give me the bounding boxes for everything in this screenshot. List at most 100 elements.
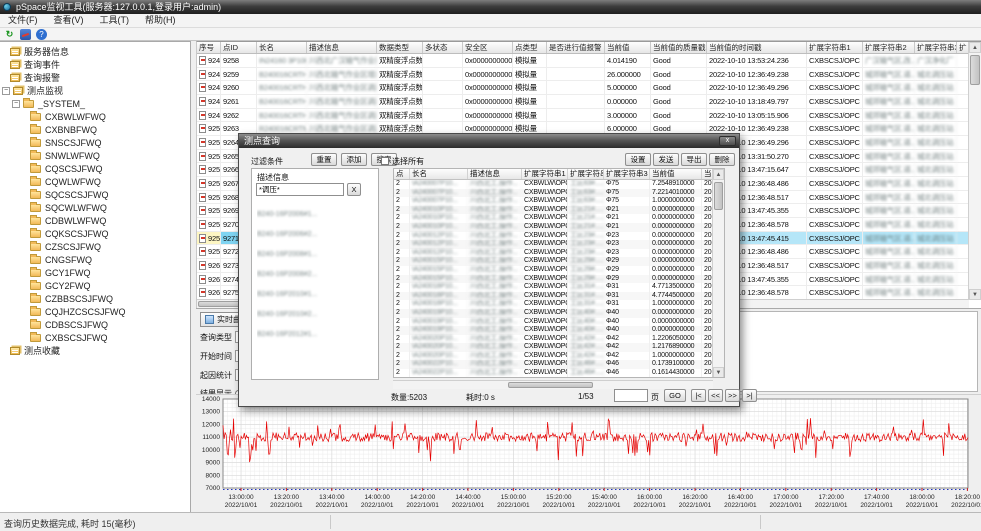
sidebar-item-gcy2fwq[interactable]: GCY2FWQ — [0, 279, 190, 292]
send-button[interactable]: 发送 — [653, 153, 679, 166]
filter-list-item[interactable]: B240-16P2008#1... — [257, 245, 375, 265]
filter-list-item[interactable]: B240-16P2010#1... — [257, 285, 375, 305]
dialog-title-bar[interactable]: 测点查询 — [239, 134, 739, 148]
column-header[interactable]: 数据类型 — [377, 42, 423, 53]
sidebar-item-cqwlwfwq[interactable]: CQWLWFWQ — [0, 175, 190, 188]
menu-file[interactable]: 文件(F) — [0, 14, 46, 27]
collapse-icon[interactable]: − — [12, 100, 20, 108]
sidebar-item-sqcwlwfwq[interactable]: SQCWLWFWQ — [0, 201, 190, 214]
dialog-table-row[interactable]: 2\A240007P10...川西北工,操作...CXBWLW\OPC工区63#… — [394, 197, 714, 206]
table-row[interactable]: 92469259B240016CRTHO...川西北输气作业区增压达压..双精度… — [197, 68, 969, 82]
filter-list-item[interactable]: B240-16P2012#1... — [257, 325, 375, 345]
sidebar-item-snscsjfwq[interactable]: SNSCSJFWQ — [0, 136, 190, 149]
dialog-table-row[interactable]: 2\A240018P10...川西北工,操作...CXBWLW\OPC工区31#… — [394, 283, 714, 292]
close-icon[interactable]: x — [719, 136, 736, 146]
sidebar-item-gcy1fwq[interactable]: GCY1FWQ — [0, 266, 190, 279]
filter-list-item[interactable]: B240-16P2010#2... — [257, 305, 375, 325]
table-row[interactable]: 92479260B240016CRTHO...川西北输气作业区调压站压..双精度… — [197, 81, 969, 95]
dialog-horizontal-scrollbar[interactable] — [393, 380, 713, 389]
reset-button[interactable]: 重置 — [311, 153, 337, 166]
dialog-table-row[interactable]: 2\A240019P10...川西北工,操作...CXBWLW\OPC工区40#… — [394, 326, 714, 335]
dialog-table-row[interactable]: 2\A240012P10...川西北工,操作...CXBWLW\OPC工区23#… — [394, 232, 714, 241]
dialog-table-row[interactable]: 2\A240020P10...川西北工,操作...CXBWLW\OPC工区42#… — [394, 352, 714, 361]
column-header[interactable]: 当前值的时间戳 — [707, 42, 807, 53]
dialog-table-row[interactable]: 2\A240010P10...川西北工,操作...CXBWLW\OPC工区21#… — [394, 223, 714, 232]
select-all-checkbox[interactable] — [381, 157, 389, 165]
filter-list-item[interactable]: B240-16P2006#1... — [257, 205, 375, 225]
dialog-table-row[interactable]: 2\A240018P10...川西北工,操作...CXBWLW\OPC工区31#… — [394, 300, 714, 309]
column-header[interactable]: 扩展字符串2 — [568, 169, 604, 179]
sidebar-item-查询报警[interactable]: 查询报警 — [0, 71, 190, 84]
filter-history-list[interactable]: B240-16P2006#1...B240-16P2006#2...B240-1… — [257, 205, 375, 376]
settings-button[interactable]: 设置 — [625, 153, 651, 166]
dialog-table-row[interactable]: 2\A240018P10...川西北工,操作...CXBWLW\OPC工区31#… — [394, 292, 714, 301]
column-header[interactable]: 描述信息 — [307, 42, 377, 53]
dialog-table-row[interactable]: 2\A240022P10...川西北工,操作...CXBWLW\OPC工区46#… — [394, 369, 714, 378]
dialog-table-row[interactable]: 2\A240007P10...川西北工,操作...CXBWLW\OPC工区63#… — [394, 189, 714, 198]
column-header[interactable]: 扩展字符串1 — [807, 42, 863, 53]
dialog-table-row[interactable]: 2\A240015P10...川西北工,操作...CXBWLW\OPC工区29#… — [394, 266, 714, 275]
vertical-scrollbar[interactable]: ▲ ▼ — [968, 42, 981, 300]
table-row[interactable]: 92489261B240016CRTHO...川西北输气作业区调压站压..双精度… — [197, 95, 969, 109]
column-header[interactable]: 多状态 — [423, 42, 463, 53]
dialog-table-row[interactable]: 2\A240010P10...川西北工,操作...CXBWLW\OPC工区21#… — [394, 206, 714, 215]
go-button[interactable]: GO — [664, 389, 686, 402]
sidebar-item-snwlwfwq[interactable]: SNWLWFWQ — [0, 149, 190, 162]
column-header[interactable]: 序号 — [197, 42, 221, 53]
scrollbar-thumb[interactable] — [508, 382, 593, 388]
scroll-up-icon[interactable]: ▲ — [969, 42, 981, 53]
menu-view[interactable]: 查看(V) — [46, 14, 92, 27]
column-header[interactable]: 点类型 — [513, 42, 547, 53]
column-header[interactable]: 当前值的质量戳 — [651, 42, 707, 53]
sidebar-item-favorites[interactable]: 测点收藏 — [0, 344, 190, 357]
column-header[interactable]: 点 — [394, 169, 410, 179]
clear-filter-button[interactable]: X — [347, 183, 361, 196]
dialog-table-row[interactable]: 2\A240020P10...川西北工,操作...CXBWLW\OPC工区42#… — [394, 335, 714, 344]
column-header[interactable]: 扩展字符串2 — [863, 42, 915, 53]
sidebar-item-cqjhzcscsjfwq[interactable]: CQJHZCSCSJFWQ — [0, 305, 190, 318]
sidebar-item-cxbscsjfwq[interactable]: CXBSCSJFWQ — [0, 331, 190, 344]
filter-list-item[interactable]: B240-16P2006#2... — [257, 225, 375, 245]
dialog-table-row[interactable]: 2\A240015P10...川西北工,操作...CXBWLW\OPC工区29#… — [394, 257, 714, 266]
delete-button[interactable]: 删除 — [709, 153, 735, 166]
sidebar-item-sqcscsjfwq[interactable]: SQCSCSJFWQ — [0, 188, 190, 201]
column-header[interactable]: 扩展字符串3 — [915, 42, 957, 53]
scroll-up-icon[interactable]: ▲ — [713, 169, 724, 180]
export-button[interactable]: 导出 — [681, 153, 707, 166]
sidebar-item-cqscsjfwq[interactable]: CQSCSJFWQ — [0, 162, 190, 175]
sidebar-item-cngsfwq[interactable]: CNGSFWQ — [0, 253, 190, 266]
column-header[interactable]: 安全区 — [463, 42, 513, 53]
scroll-down-icon[interactable]: ▼ — [713, 367, 724, 378]
column-header[interactable]: 当前值 — [650, 169, 702, 179]
dialog-table-row[interactable]: 2\A240015P10...川西北工,操作...CXBWLW\OPC工区29#… — [394, 275, 714, 284]
desc-filter-input[interactable] — [256, 183, 344, 196]
sidebar-item-czscsjfwq[interactable]: CZSCSJFWQ — [0, 240, 190, 253]
sidebar-item-cxbwlwfwq[interactable]: CXBWLWFWQ — [0, 110, 190, 123]
sidebar-item-cdbwlwfwq[interactable]: CDBWLWFWQ — [0, 214, 190, 227]
sidebar-item-cxbnbfwq[interactable]: CXBNBFWQ — [0, 123, 190, 136]
scrollbar-thumb[interactable] — [714, 182, 723, 210]
prev-page-button[interactable]: << — [708, 389, 723, 402]
column-header[interactable]: 扩展字符串3 — [604, 169, 650, 179]
column-header[interactable]: 扩展字符串1 — [522, 169, 568, 179]
column-header[interactable]: 点ID — [221, 42, 257, 53]
collapse-icon[interactable]: − — [2, 87, 10, 95]
dialog-table-row[interactable]: 2\A240012P10...川西北工,操作...CXBWLW\OPC工区23#… — [394, 249, 714, 258]
dialog-vertical-scrollbar[interactable]: ▲ ▼ — [712, 169, 724, 378]
table-row[interactable]: 92499262B240016CRTHO...川西北输气作业区调压站压..双精度… — [197, 109, 969, 123]
dialog-table-row[interactable]: 2\A240007P10...川西北工,操作...CXBWLW\OPC工区63#… — [394, 180, 714, 189]
last-page-button[interactable]: >| — [742, 389, 757, 402]
sidebar-item-system[interactable]: −_SYSTEM_ — [0, 97, 190, 110]
refresh-icon[interactable]: ↻ — [4, 29, 15, 40]
add-button[interactable]: 添加 — [341, 153, 367, 166]
sidebar-item-服务器信息[interactable]: 服务器信息 — [0, 45, 190, 58]
next-page-button[interactable]: >> — [725, 389, 740, 402]
dialog-table-row[interactable]: 2\A240019P10...川西北工,操作...CXBWLW\OPC工区40#… — [394, 309, 714, 318]
dialog-table-row[interactable]: 2\A240012P10...川西北工,操作...CXBWLW\OPC工区23#… — [394, 240, 714, 249]
sidebar-item-查询事件[interactable]: 查询事件 — [0, 58, 190, 71]
filter-list-item[interactable]: B240-16P2008#2... — [257, 265, 375, 285]
sidebar-item-czbbscsjfwq[interactable]: CZBBSCSJFWQ — [0, 292, 190, 305]
sidebar-item-cqkscsjfwq[interactable]: CQKSCSJFWQ — [0, 227, 190, 240]
first-page-button[interactable]: |< — [691, 389, 706, 402]
column-header[interactable]: 描述信息 — [468, 169, 522, 179]
